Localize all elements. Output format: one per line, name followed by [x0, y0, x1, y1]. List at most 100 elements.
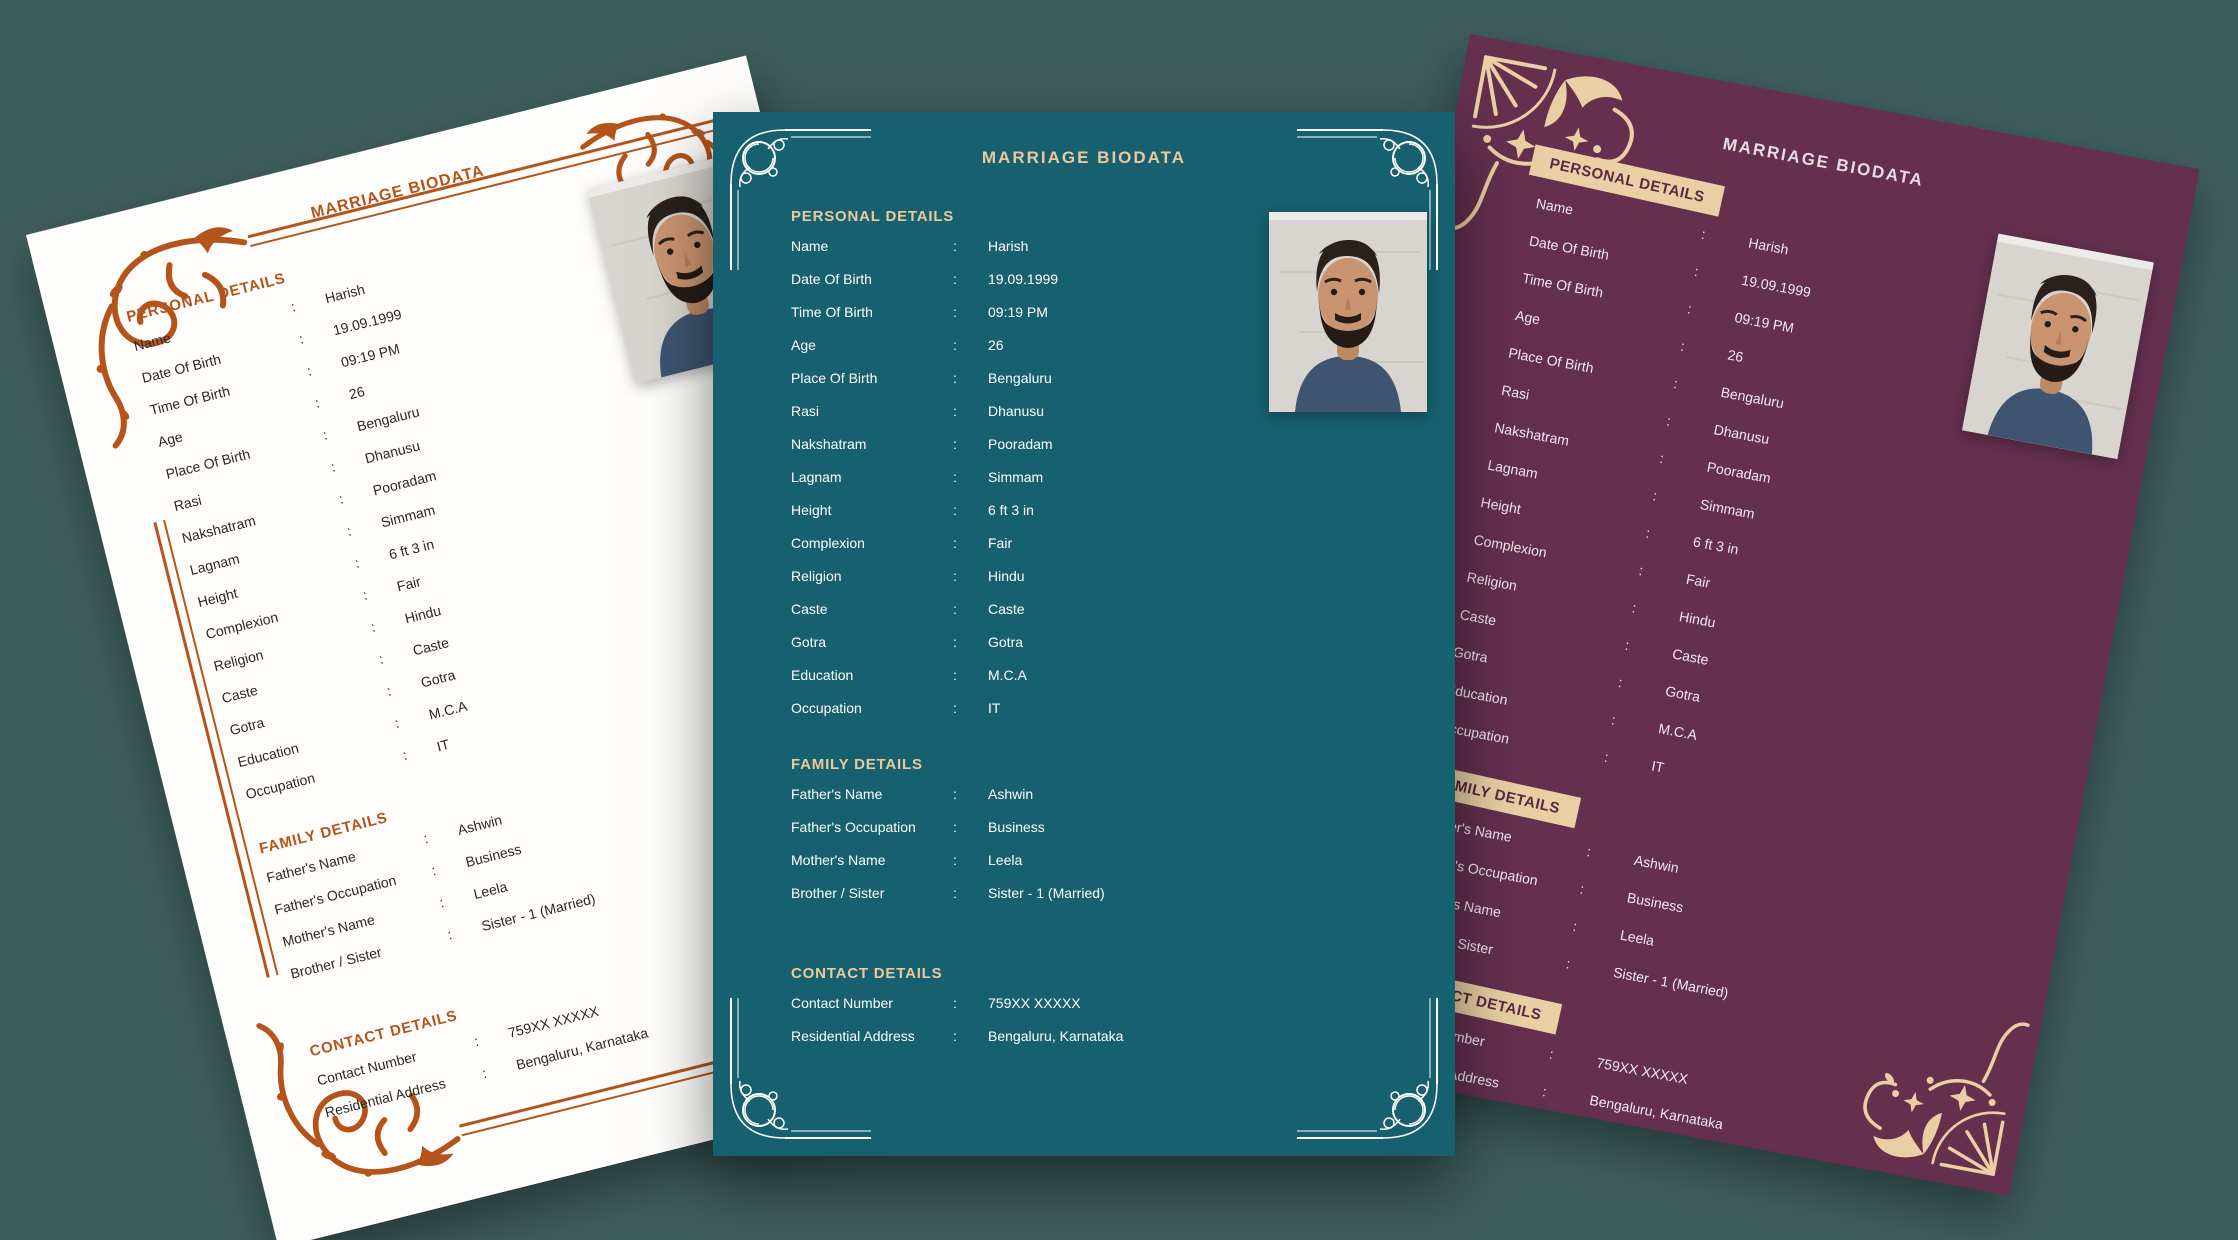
row-colon: : — [953, 569, 988, 584]
row-value: 6 ft 3 in — [988, 503, 1421, 518]
detail-row: Contact Number : 759XX XXXXX — [791, 996, 1421, 1011]
row-value: Dhanusu — [988, 404, 1421, 419]
detail-row: Complexion : Fair — [791, 536, 1421, 551]
row-colon: : — [953, 437, 988, 452]
row-label: Lagnam — [1486, 458, 1654, 503]
row-label: Religion — [791, 569, 953, 584]
row-colon: : — [377, 644, 415, 667]
row-colon: : — [290, 292, 328, 315]
row-value: 09:19 PM — [988, 305, 1421, 320]
row-colon: : — [422, 823, 460, 846]
row-colon: : — [314, 388, 352, 411]
row-label: Gotra — [1452, 644, 1620, 689]
row-value: Bengaluru, Karnataka — [988, 1029, 1421, 1044]
row-colon: : — [1645, 526, 1695, 549]
row-label: Place Of Birth — [791, 371, 953, 386]
row-label: Gotra — [791, 635, 953, 650]
row-colon: : — [438, 887, 476, 910]
row-label: Name — [791, 239, 953, 254]
detail-row: Father's Name : Ashwin — [791, 787, 1421, 802]
row-label: Height — [791, 503, 953, 518]
row-colon: : — [385, 676, 423, 699]
row-value: Harish — [988, 239, 1421, 254]
section-heading-contact: CONTACT DETAILS — [791, 965, 1421, 982]
row-label: Date Of Birth — [1528, 233, 1696, 278]
row-value: Caste — [988, 602, 1421, 617]
detail-row: Rasi : Dhanusu — [791, 404, 1421, 419]
biodata-templates-mockup: MARRIAGE BIODATA PERSONAL DETAILS Name :… — [0, 0, 2238, 1240]
row-colon: : — [953, 668, 988, 683]
row-colon: : — [1617, 675, 1667, 698]
row-label: Complexion — [791, 536, 953, 551]
row-colon: : — [361, 580, 399, 603]
row-value: 19.09.1999 — [988, 272, 1421, 287]
row-colon: : — [1638, 563, 1688, 586]
row-colon: : — [330, 452, 368, 475]
detail-row: Place Of Birth : Bengaluru — [791, 371, 1421, 386]
detail-row: Father's Occupation : Business — [791, 820, 1421, 835]
detail-row: Occupation : IT — [791, 701, 1421, 716]
row-value: Business — [988, 820, 1421, 835]
detail-row: Time Of Birth : 09:19 PM — [791, 305, 1421, 320]
row-label: Time Of Birth — [1521, 271, 1689, 316]
biodata-content: PERSONAL DETAILS Name : Harish Date Of B… — [791, 208, 1421, 1062]
section-heading-personal: PERSONAL DETAILS — [791, 208, 1421, 225]
row-label: Complexion — [1473, 532, 1641, 577]
row-colon: : — [953, 272, 988, 287]
row-colon: : — [1603, 750, 1653, 773]
family-details-rows: Father's Name : Ashwin Father's Occupati… — [791, 787, 1421, 901]
row-colon: : — [401, 740, 439, 763]
row-label: Height — [1479, 495, 1647, 540]
row-colon: : — [953, 305, 988, 320]
row-colon: : — [1659, 451, 1709, 474]
row-label: Rasi — [1500, 383, 1668, 428]
row-label: Occupation — [1438, 719, 1606, 764]
row-label: Contact Number — [791, 996, 953, 1011]
row-label: Mother's Name — [791, 853, 953, 868]
row-colon: : — [306, 356, 344, 379]
row-colon: : — [369, 612, 407, 635]
row-colon: : — [953, 404, 988, 419]
row-label: Age — [1514, 308, 1682, 353]
row-colon: : — [1693, 264, 1743, 287]
row-colon: : — [953, 503, 988, 518]
row-colon: : — [393, 708, 431, 731]
detail-row: Education : M.C.A — [791, 668, 1421, 683]
row-value: Hindu — [988, 569, 1421, 584]
detail-row: Residential Address : Bengaluru, Karnata… — [791, 1029, 1421, 1044]
row-value: Simmam — [988, 470, 1421, 485]
detail-row: Nakshatram : Pooradam — [791, 437, 1421, 452]
row-colon: : — [1579, 881, 1629, 904]
row-colon: : — [1665, 413, 1715, 436]
row-colon: : — [337, 484, 375, 507]
row-label: Education — [791, 668, 953, 683]
row-colon: : — [953, 853, 988, 868]
row-colon: : — [298, 324, 336, 347]
row-colon: : — [953, 820, 988, 835]
row-value: Pooradam — [988, 437, 1421, 452]
row-colon: : — [446, 919, 484, 942]
row-colon: : — [481, 1058, 519, 1081]
personal-details-rows: Name : Harish Date Of Birth : 19.09.1999… — [1438, 196, 2139, 845]
row-label: Nakshatram — [791, 437, 953, 452]
personal-details-rows: Name : Harish Date Of Birth : 19.09.1999… — [791, 239, 1421, 716]
row-label: Occupation — [791, 701, 953, 716]
row-colon: : — [953, 371, 988, 386]
row-colon: : — [1652, 488, 1702, 511]
row-value: 26 — [988, 338, 1421, 353]
row-colon: : — [1572, 919, 1622, 942]
row-label: Father's Occupation — [791, 820, 953, 835]
section-heading-family: FAMILY DETAILS — [791, 756, 1421, 773]
detail-row: Name : Harish — [791, 239, 1421, 254]
detail-row: Height : 6 ft 3 in — [791, 503, 1421, 518]
row-label: Education — [1445, 682, 1613, 727]
row-value: Bengaluru — [988, 371, 1421, 386]
row-colon: : — [953, 602, 988, 617]
detail-row: Caste : Caste — [791, 602, 1421, 617]
row-value: 759XX XXXXX — [988, 996, 1421, 1011]
row-colon: : — [1624, 638, 1674, 661]
row-colon: : — [953, 338, 988, 353]
row-label: Caste — [791, 602, 953, 617]
row-colon: : — [953, 996, 988, 1011]
row-label: Father's Name — [791, 787, 953, 802]
